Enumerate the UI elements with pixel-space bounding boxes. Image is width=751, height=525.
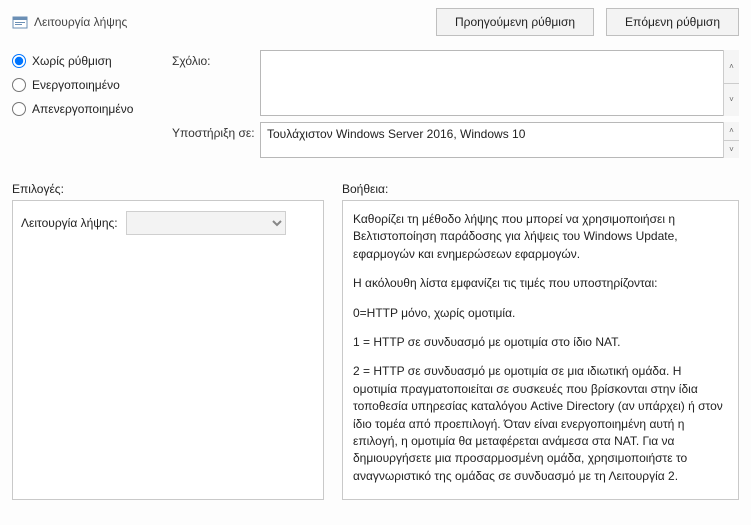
window-title: Λειτουργία λήψης [34, 15, 127, 29]
help-paragraph: 0=HTTP μόνο, χωρίς ομοτιμία. [353, 305, 728, 322]
next-setting-button[interactable]: Επόμενη ρύθμιση [606, 8, 739, 36]
download-mode-dropdown[interactable] [126, 211, 286, 235]
help-panel[interactable]: Καθορίζει τη μέθοδο λήψης που μπορεί να … [342, 200, 739, 500]
radio-disabled-label: Απενεργοποιημένο [32, 102, 133, 116]
radio-not-configured[interactable]: Χωρίς ρύθμιση [12, 54, 172, 68]
help-section-label: Βοήθεια: [342, 182, 388, 196]
help-paragraph: 2 = HTTP σε συνδυασμό με ομοτιμία σε μια… [353, 363, 728, 485]
radio-disabled[interactable]: Απενεργοποιημένο [12, 102, 172, 116]
help-paragraph: 3 = HTTP σε συνδυασμό με ομοτιμία Intern… [353, 497, 728, 500]
comment-textarea[interactable] [260, 50, 739, 116]
supported-on-value: Τουλάχιστον Windows Server 2016, Windows… [267, 127, 525, 141]
policy-icon [12, 14, 28, 30]
supported-on-box: Τουλάχιστον Windows Server 2016, Windows… [260, 122, 739, 158]
comment-spin-up[interactable]: ˄ [724, 50, 739, 83]
supported-spin-up[interactable]: ˄ [724, 122, 739, 140]
help-paragraph: Καθορίζει τη μέθοδο λήψης που μπορεί να … [353, 211, 728, 263]
radio-enabled-label: Ενεργοποιημένο [32, 78, 120, 92]
radio-enabled[interactable]: Ενεργοποιημένο [12, 78, 172, 92]
options-section-label: Επιλογές: [12, 182, 342, 196]
help-paragraph: 1 = HTTP σε συνδυασμό με ομοτιμία στο ίδ… [353, 334, 728, 351]
download-mode-option-label: Λειτουργία λήψης: [21, 216, 118, 230]
previous-setting-button[interactable]: Προηγούμενη ρύθμιση [436, 8, 594, 36]
radio-not-configured-label: Χωρίς ρύθμιση [32, 54, 112, 68]
comment-spin-down[interactable]: ˅ [724, 83, 739, 117]
supported-spin-down[interactable]: ˅ [724, 140, 739, 159]
comment-label: Σχόλιο: [172, 50, 260, 68]
supported-label: Υποστήριξη σε: [172, 122, 260, 140]
help-paragraph: Η ακόλουθη λίστα εμφανίζει τις τιμές που… [353, 275, 728, 292]
options-panel: Λειτουργία λήψης: [12, 200, 324, 500]
